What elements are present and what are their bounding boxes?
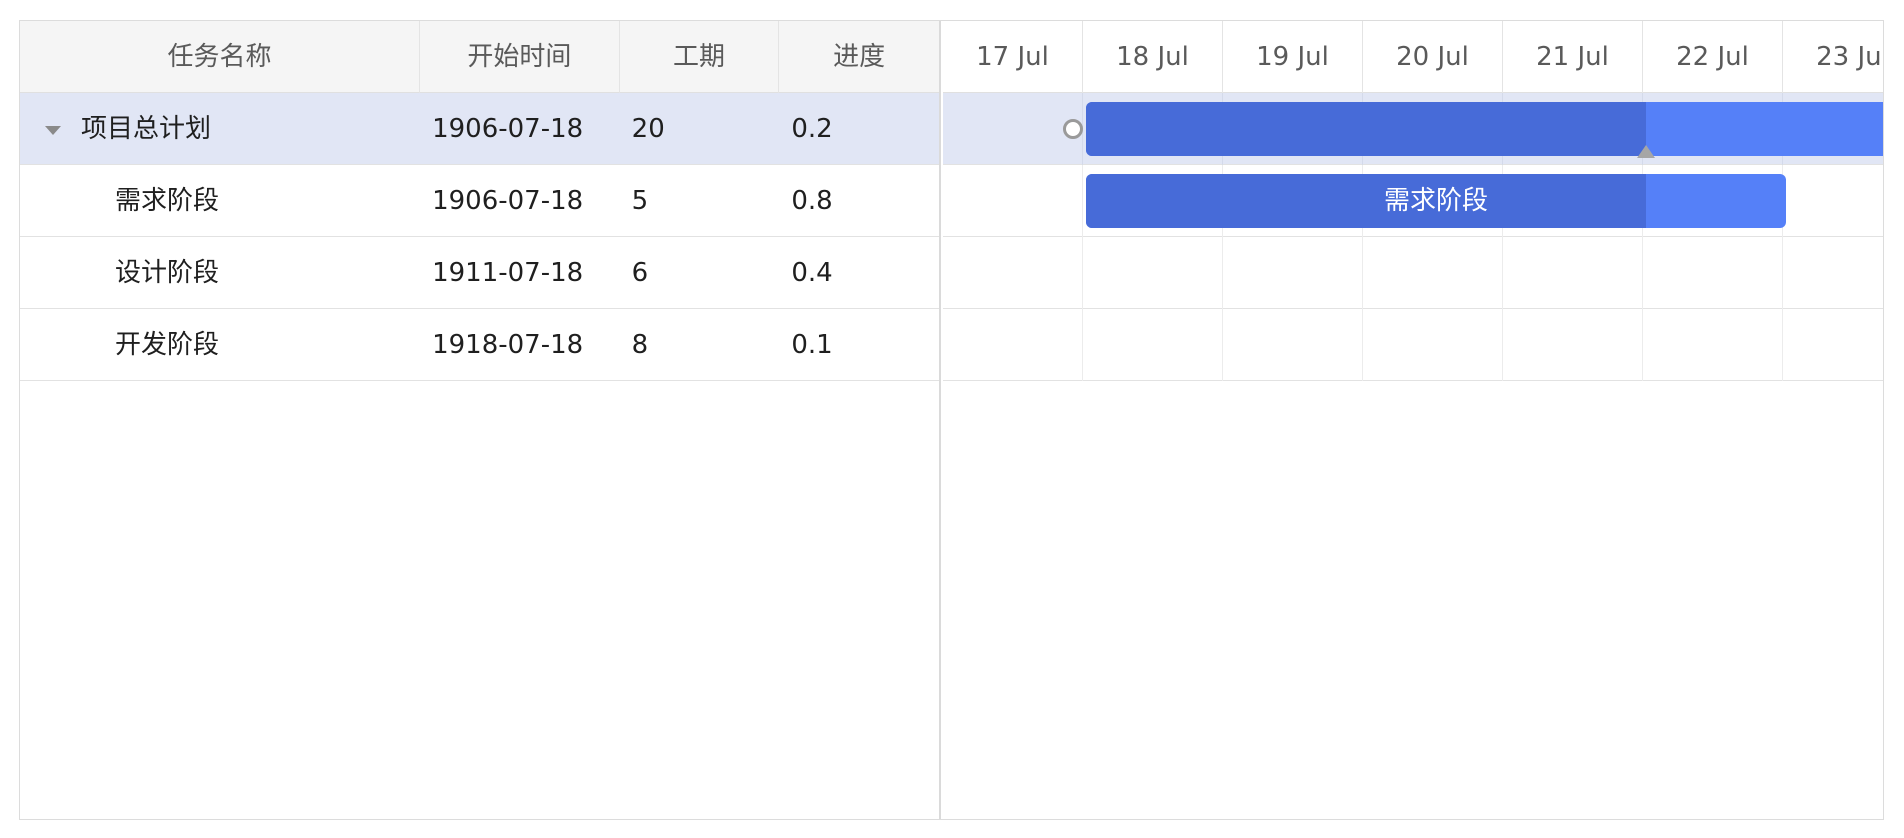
header-progress[interactable]: 进度 xyxy=(779,21,939,93)
task-bar-label: 需求阶段 xyxy=(1383,186,1488,216)
caret-down-icon[interactable] xyxy=(45,126,61,135)
task-name-cell: 需求阶段 xyxy=(20,165,420,237)
scale-day: 19 Jul xyxy=(1223,21,1363,93)
scale-day: 21 Jul xyxy=(1503,21,1643,93)
timeline-cell xyxy=(1783,165,1883,237)
table-row[interactable]: 设计阶段 1911-07-18 6 0.4 xyxy=(20,237,939,309)
timeline: 17 Jul 18 Jul 19 Jul 20 Jul 21 Jul 22 Ju… xyxy=(943,21,1883,819)
scale-day: 20 Jul xyxy=(1363,21,1503,93)
timeline-cell xyxy=(943,309,1083,381)
timeline-row[interactable]: 需求阶段 xyxy=(943,165,1883,237)
task-grid: 任务名称 开始时间 工期 进度 项目总计划 1906-07-18 20 0.2 … xyxy=(20,21,941,819)
task-name-cell: 开发阶段 xyxy=(20,309,420,381)
timeline-cell xyxy=(943,237,1083,309)
gantt-chart: 任务名称 开始时间 工期 进度 项目总计划 1906-07-18 20 0.2 … xyxy=(19,20,1884,820)
task-progress: 0.8 xyxy=(791,186,833,216)
task-start: 1906-07-18 xyxy=(432,114,584,144)
task-progress: 0.4 xyxy=(791,258,833,288)
task-bar-summary[interactable] xyxy=(1086,102,1883,156)
task-name: 开发阶段 xyxy=(115,330,220,360)
timeline-cell xyxy=(1783,309,1883,381)
task-name: 需求阶段 xyxy=(115,186,220,216)
header-duration[interactable]: 工期 xyxy=(620,21,780,93)
timeline-rows: 需求阶段 xyxy=(943,93,1883,381)
task-bar[interactable]: 需求阶段 xyxy=(1086,174,1786,228)
timeline-cell xyxy=(1643,237,1783,309)
timeline-cell xyxy=(1223,309,1363,381)
timeline-cell xyxy=(943,165,1083,237)
timeline-cell xyxy=(1503,237,1643,309)
table-row[interactable]: 开发阶段 1918-07-18 8 0.1 xyxy=(20,309,939,381)
timeline-cell xyxy=(943,93,1083,165)
task-bar-progress xyxy=(1086,102,1646,156)
scale-day: 23 Jul xyxy=(1783,21,1883,93)
timeline-cell xyxy=(1363,309,1503,381)
timeline-cell xyxy=(1223,237,1363,309)
table-row[interactable]: 项目总计划 1906-07-18 20 0.2 xyxy=(20,93,939,165)
task-duration: 20 xyxy=(631,114,665,144)
scale-day: 17 Jul xyxy=(943,21,1083,93)
grid-header: 任务名称 开始时间 工期 进度 xyxy=(20,21,939,93)
timeline-cell xyxy=(1363,237,1503,309)
task-name-cell: 项目总计划 xyxy=(20,93,420,165)
timeline-cell xyxy=(1783,237,1883,309)
task-name: 设计阶段 xyxy=(115,258,220,288)
scale-day: 18 Jul xyxy=(1083,21,1223,93)
timeline-row[interactable] xyxy=(943,93,1883,165)
triangle-up-icon[interactable] xyxy=(1637,145,1655,158)
task-progress: 0.2 xyxy=(791,114,833,144)
timescale-header: 17 Jul 18 Jul 19 Jul 20 Jul 21 Jul 22 Ju… xyxy=(943,21,1883,93)
task-name: 项目总计划 xyxy=(81,114,212,144)
link-circle-icon[interactable] xyxy=(1063,119,1083,139)
header-start-time[interactable]: 开始时间 xyxy=(420,21,620,93)
task-duration: 8 xyxy=(631,330,649,360)
task-start: 1906-07-18 xyxy=(432,186,584,216)
timeline-cell xyxy=(1643,309,1783,381)
timeline-cell xyxy=(1083,309,1223,381)
header-task-name[interactable]: 任务名称 xyxy=(20,21,421,93)
task-start: 1911-07-18 xyxy=(432,258,584,288)
task-progress: 0.1 xyxy=(791,330,833,360)
task-name-cell: 设计阶段 xyxy=(20,237,420,309)
table-row[interactable]: 需求阶段 1906-07-18 5 0.8 xyxy=(20,165,939,237)
timeline-row[interactable] xyxy=(943,237,1883,309)
grid-rows: 项目总计划 1906-07-18 20 0.2 需求阶段 1906-07-18 … xyxy=(20,93,939,381)
timeline-row[interactable] xyxy=(943,309,1883,381)
task-duration: 6 xyxy=(631,258,649,288)
task-duration: 5 xyxy=(631,186,649,216)
task-start: 1918-07-18 xyxy=(432,330,584,360)
timeline-cell xyxy=(1503,309,1643,381)
timeline-cell xyxy=(1083,237,1223,309)
scale-day: 22 Jul xyxy=(1643,21,1783,93)
